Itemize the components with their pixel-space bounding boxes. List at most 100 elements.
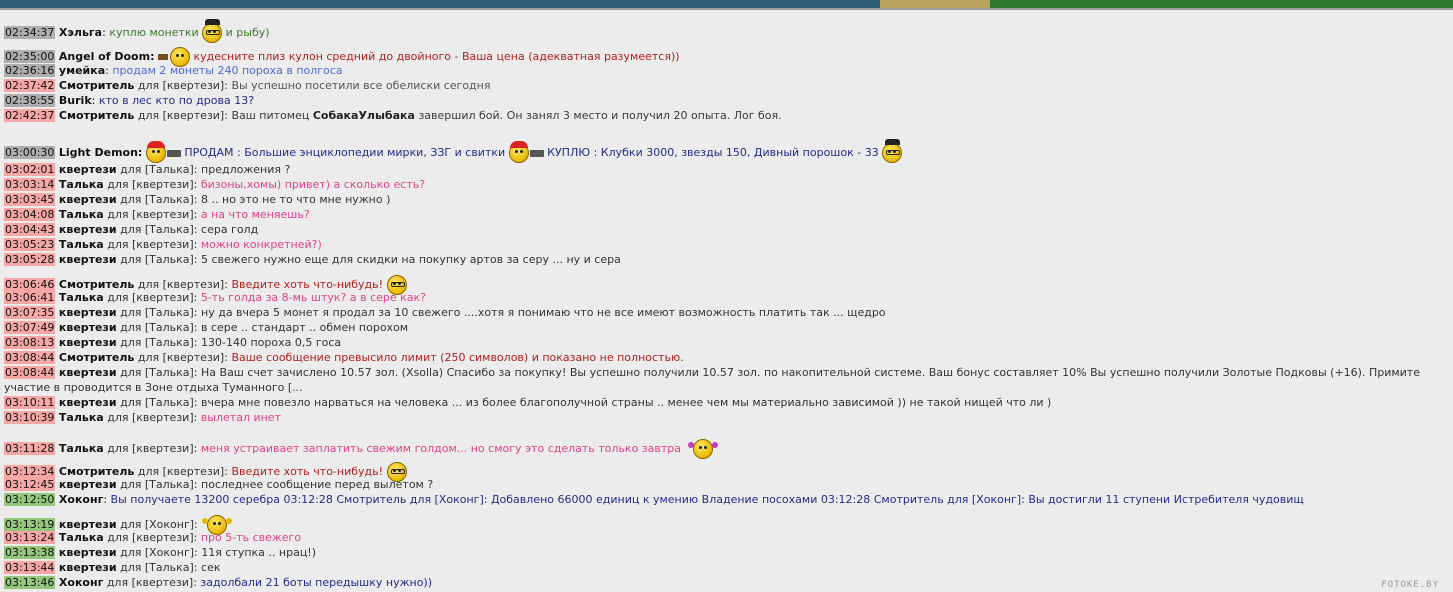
timestamp[interactable]: 03:07:49 [4,321,56,334]
timestamp[interactable]: 02:38:55 [4,94,56,107]
timestamp[interactable]: 03:13:38 [4,546,56,559]
recipient[interactable]: для [квертези]: [107,238,197,251]
nickname[interactable]: Смотритель [59,79,134,92]
message-text: а на что меняешь? [200,208,310,221]
recipient[interactable]: для [Талька]: [120,396,197,409]
nickname[interactable]: Талька [59,531,104,544]
separator: : [105,64,109,77]
nickname[interactable]: квертези [59,253,117,266]
recipient[interactable]: для [Талька]: [120,478,197,491]
timestamp[interactable]: 02:37:42 [4,79,56,92]
nickname[interactable]: квертези [59,321,117,334]
nickname[interactable]: квертези [59,546,117,559]
nickname[interactable]: Талька [59,238,104,251]
nickname[interactable]: Талька [59,178,104,191]
recipient[interactable]: для [квертези]: [107,531,197,544]
recipient[interactable]: для [квертези]: [138,109,228,122]
nickname[interactable]: Angel of Doom: [59,50,155,63]
nickname[interactable]: квертези [59,366,117,379]
chat-line: 02:42:37 Смотритель для [квертези]: Ваш … [4,108,782,123]
timestamp[interactable]: 03:04:43 [4,223,56,236]
nickname[interactable]: квертези [59,306,117,319]
nickname[interactable]: Талька [59,442,104,455]
chat-top-border [0,8,1453,10]
smiley-girl-icon [687,439,718,459]
nickname[interactable]: квертези [59,478,117,491]
timestamp[interactable]: 03:11:28 [4,442,56,455]
nickname[interactable]: квертези [59,396,117,409]
recipient[interactable]: для [квертези]: [107,411,197,424]
message-text: предложения ? [201,163,291,176]
nickname[interactable]: Смотритель [59,351,134,364]
recipient[interactable]: для [квертези]: [107,291,197,304]
nickname[interactable]: Хоконг [59,576,103,589]
recipient[interactable]: для [Талька]: [120,193,197,206]
separator: : [102,26,106,39]
timestamp[interactable]: 03:12:50 [4,493,56,506]
recipient[interactable]: для [квертези]: [138,351,228,364]
timestamp[interactable]: 02:36:16 [4,64,56,77]
chat-line: 03:03:45 квертези для [Талька]: 8 .. но … [4,192,390,207]
recipient[interactable]: для [Талька]: [120,306,197,319]
recipient[interactable]: для [Талька]: [120,253,197,266]
timestamp[interactable]: 03:08:13 [4,336,56,349]
timestamp[interactable]: 02:35:00 [4,50,56,63]
chat-line: 03:13:19 квертези для [Хоконг]: [4,515,233,535]
nickname[interactable]: квертези [59,561,117,574]
chat-line: 03:13:46 Хоконг для [квертези]: задолбал… [4,575,432,590]
timestamp[interactable]: 03:08:44 [4,351,56,364]
recipient[interactable]: для [квертези]: [107,208,197,221]
nickname[interactable]: квертези [59,163,117,176]
timestamp[interactable]: 03:07:35 [4,306,56,319]
message-text: про 5-ть свежего [200,531,302,544]
timestamp[interactable]: 03:10:39 [4,411,56,424]
nickname[interactable]: Хэльга [59,26,102,39]
recipient[interactable]: для [Талька]: [120,163,197,176]
timestamp[interactable]: 03:03:45 [4,193,56,206]
smiley-cap-icon [508,141,529,163]
nickname[interactable]: Смотритель [59,109,134,122]
timestamp[interactable]: 03:06:41 [4,291,56,304]
recipient[interactable]: для [Талька]: [120,336,197,349]
timestamp[interactable]: 03:10:11 [4,396,56,409]
timestamp[interactable]: 03:00:30 [4,146,56,159]
nickname[interactable]: Burik [59,94,92,107]
nickname[interactable]: Хоконг [59,493,103,506]
recipient[interactable]: для [квертези]: [107,576,197,589]
nickname[interactable]: Талька [59,208,104,221]
timestamp[interactable]: 03:05:28 [4,253,56,266]
nickname[interactable]: квертези [59,223,117,236]
recipient[interactable]: для [Талька]: [120,561,197,574]
recipient[interactable]: для [квертези]: [107,442,197,455]
timestamp[interactable]: 03:08:44 [4,366,56,379]
timestamp[interactable]: 03:05:23 [4,238,56,251]
chat-line: 02:36:16 умейка: продам 2 монеты 240 пор… [4,63,343,78]
timestamp[interactable]: 03:12:45 [4,478,56,491]
nickname[interactable]: Light Demon: [59,146,142,159]
chat-line: 03:12:50 Хоконг: Вы получаете 13200 сере… [4,492,1304,507]
timestamp[interactable]: 02:34:37 [4,26,56,39]
nickname[interactable]: квертези [59,336,117,349]
recipient[interactable]: для [Талька]: [120,223,197,236]
message-text: ПРОДАМ : Большие энциклопедии мирки, ЗЗГ… [184,146,506,159]
recipient[interactable]: для [квертези]: [138,79,228,92]
message-text: 130-140 пороха 0,5 госа [201,336,342,349]
recipient[interactable]: для [Талька]: [120,366,197,379]
recipient[interactable]: для [Хоконг]: [120,546,198,559]
timestamp[interactable]: 03:03:14 [4,178,56,191]
timestamp[interactable]: 02:42:37 [4,109,56,122]
timestamp[interactable]: 03:13:46 [4,576,56,589]
nickname[interactable]: умейка [59,64,105,77]
timestamp[interactable]: 03:04:08 [4,208,56,221]
chat-line: 03:10:11 квертези для [Талька]: вчера мн… [4,395,1051,410]
recipient[interactable]: для [Талька]: [120,321,197,334]
timestamp[interactable]: 03:13:44 [4,561,56,574]
timestamp[interactable]: 03:02:01 [4,163,56,176]
smiley-hat-icon [202,19,223,43]
timestamp[interactable]: 03:13:24 [4,531,56,544]
recipient[interactable]: для [квертези]: [107,178,197,191]
message-text: куплю монетки [109,26,199,39]
nickname[interactable]: Талька [59,411,104,424]
nickname[interactable]: квертези [59,193,117,206]
nickname[interactable]: Талька [59,291,104,304]
